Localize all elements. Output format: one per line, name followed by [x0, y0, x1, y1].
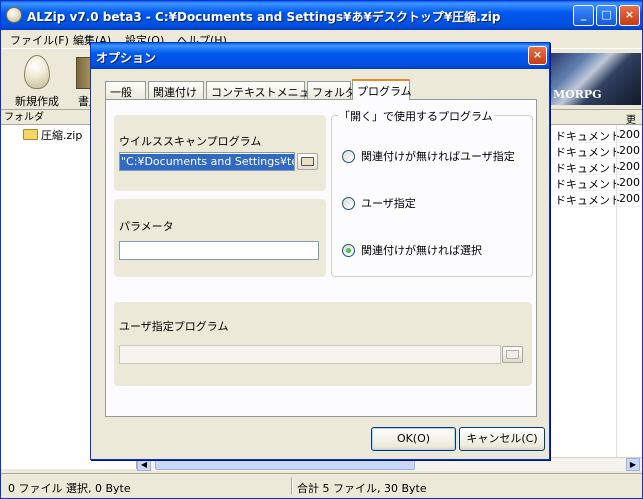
radio-label: 関連付けが無ければユーザ指定: [361, 150, 515, 163]
virus-scan-label: ウイルススキャンプログラム: [119, 135, 262, 148]
dialog-close-button[interactable]: ×: [528, 46, 547, 65]
user-program-label: ユーザ指定プログラム: [119, 320, 229, 333]
tab-context-menu[interactable]: コンテキストメニュー: [206, 81, 321, 99]
radio-label: 関連付けが無ければ選択: [361, 244, 482, 257]
parameter-group: パラメータ: [114, 199, 326, 277]
status-selected: 0 ファイル 選択, 0 Byte: [8, 482, 131, 495]
open-folder-icon: [301, 157, 314, 166]
tree-item-label: 圧縮.zip: [41, 129, 83, 142]
virus-scan-browse-button[interactable]: [297, 153, 318, 170]
row-date: 200: [619, 160, 640, 173]
tree-item-archive[interactable]: 圧縮.zip: [23, 127, 82, 143]
status-total: 合計 5 ファイル, 30 Byte: [297, 482, 427, 495]
user-program-group: ユーザ指定プログラム: [114, 302, 532, 386]
dialog-title-bar[interactable]: オプション ×: [91, 43, 549, 69]
ad-banner[interactable]: MORPG: [545, 53, 641, 105]
title-bar[interactable]: ALZip v7.0 beta3 - C:¥Documents and Sett…: [1, 1, 642, 30]
radio-user-specified[interactable]: ユーザ指定: [342, 195, 416, 211]
egg-icon: [24, 55, 50, 89]
table-row[interactable]: ドキュメント 200: [551, 191, 642, 207]
dialog-title: オプション: [96, 51, 157, 65]
status-divider: [291, 477, 293, 495]
radio-assoc-else-user[interactable]: 関連付けが無ければユーザ指定: [342, 148, 515, 164]
row-type: ドキュメント: [555, 130, 621, 143]
open-program-group: 「開く」で使用するプログラム 関連付けが無ければユーザ指定 ユーザ指定 関連付け…: [331, 108, 533, 277]
minimize-button[interactable]: _: [573, 5, 594, 26]
banner-text: MORPG: [553, 88, 602, 101]
parameter-label: パラメータ: [119, 220, 174, 233]
menu-file[interactable]: ファイル(F): [10, 32, 69, 48]
radio-checked-icon: [342, 244, 355, 257]
table-row[interactable]: ドキュメント 200: [551, 143, 642, 159]
window-title: ALZip v7.0 beta3 - C:¥Documents and Sett…: [27, 10, 501, 24]
virus-scan-value: "C:¥Documents and Settings¥test: [120, 154, 294, 170]
table-row[interactable]: ドキュメント 200: [551, 127, 642, 143]
table-row[interactable]: ドキュメント 200: [551, 159, 642, 175]
row-type: ドキュメント: [555, 146, 621, 159]
user-program-input[interactable]: [119, 345, 501, 364]
file-list: 更 ドキュメント 200 ドキュメント 200 ドキュメント 200 ドキュメント 20…: [551, 111, 642, 459]
row-date: 200: [619, 192, 640, 205]
user-program-browse-button[interactable]: [502, 346, 523, 363]
options-dialog: オプション × 一般 関連付け コンテキストメニュー フォルダ プログラム ウイ…: [90, 42, 550, 460]
row-type: ドキュメント: [555, 178, 621, 191]
alzip-egg-icon: [6, 7, 22, 23]
scroll-right-arrow-icon[interactable]: ▶: [626, 458, 640, 471]
close-button[interactable]: ×: [619, 5, 640, 26]
table-row[interactable]: ドキュメント 200: [551, 175, 642, 191]
radio-label: ユーザ指定: [361, 197, 416, 210]
new-archive-label: 新規作成: [15, 95, 59, 108]
folder-icon: [23, 129, 38, 140]
radio-assoc-else-select[interactable]: 関連付けが無ければ選択: [342, 242, 482, 258]
radio-unchecked-icon: [342, 150, 355, 163]
row-date: 200: [619, 144, 640, 157]
row-type: ドキュメント: [555, 194, 621, 207]
tab-program[interactable]: プログラム: [352, 79, 412, 100]
tab-associations[interactable]: 関連付け: [148, 81, 204, 99]
status-bar: 0 ファイル 選択, 0 Byte 合計 5 ファイル, 30 Byte: [1, 473, 642, 498]
row-type: ドキュメント: [555, 162, 621, 175]
cancel-button[interactable]: キャンセル(C): [459, 427, 545, 451]
maximize-button[interactable]: □: [596, 5, 617, 26]
virus-scan-input[interactable]: "C:¥Documents and Settings¥test: [119, 152, 295, 171]
parameter-input[interactable]: [119, 241, 319, 260]
open-program-legend: 「開く」で使用するプログラム: [338, 108, 494, 124]
scrollbar-thumb[interactable]: [155, 459, 415, 470]
virus-scan-group: ウイルススキャンプログラム "C:¥Documents and Settings…: [114, 115, 326, 191]
tab-folder[interactable]: フォルダ: [307, 81, 356, 99]
column-header-date[interactable]: 更: [626, 111, 636, 126]
open-folder-icon: [506, 350, 519, 359]
row-date: 200: [619, 128, 640, 141]
column-divider: [616, 125, 617, 459]
new-archive-button[interactable]: 新規作成: [7, 53, 67, 109]
radio-unchecked-icon: [342, 197, 355, 210]
row-date: 200: [619, 176, 640, 189]
tab-general[interactable]: 一般: [105, 81, 146, 99]
ok-button[interactable]: OK(O): [371, 427, 456, 451]
file-list-header: 更: [551, 111, 642, 126]
